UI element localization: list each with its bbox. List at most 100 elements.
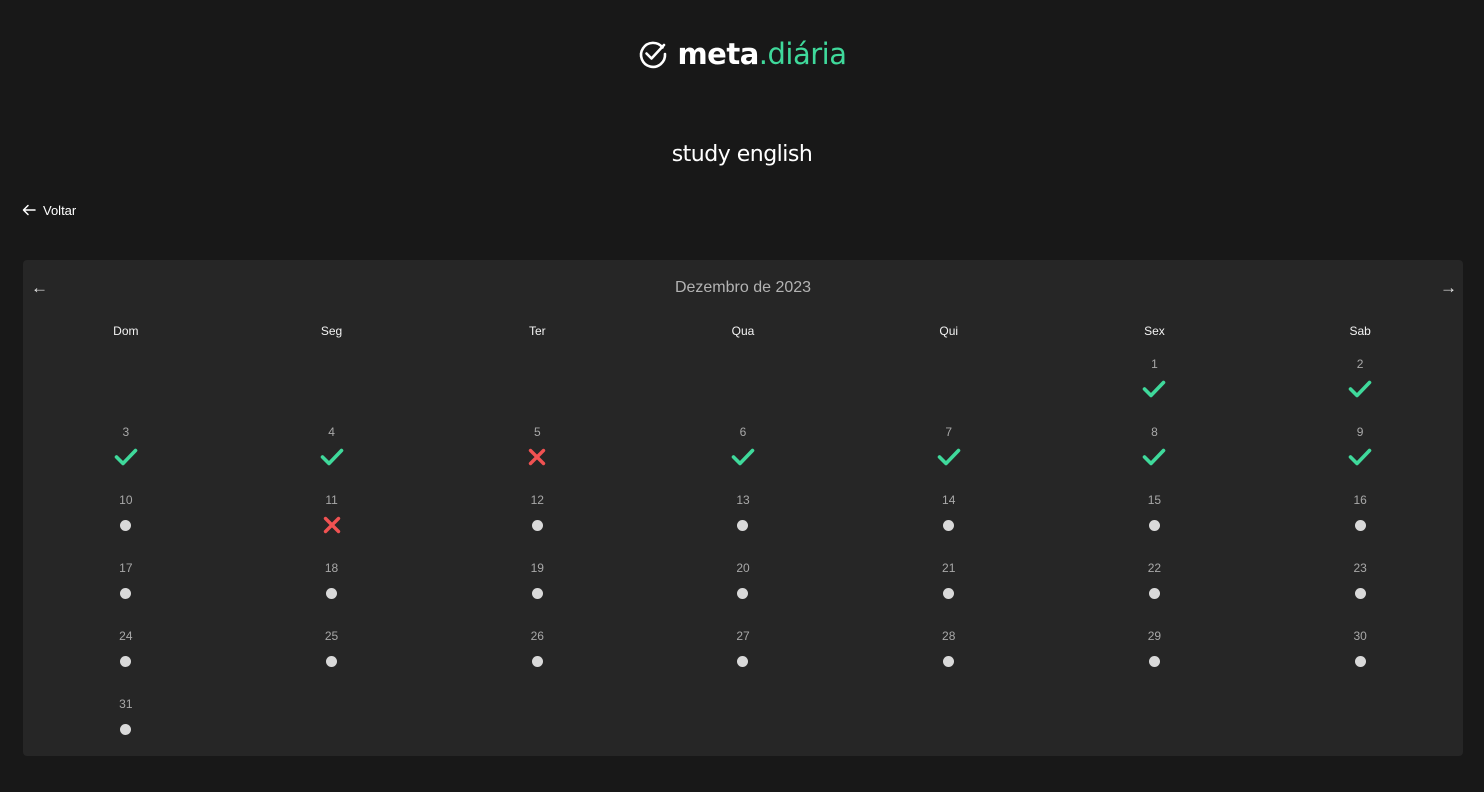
pending-dot: [737, 519, 749, 531]
pending-dot-icon: [525, 650, 549, 672]
day-number: 3: [122, 425, 130, 439]
pending-dot: [531, 587, 543, 599]
calendar-day[interactable]: 26: [434, 628, 640, 696]
day-number: 24: [119, 629, 133, 643]
day-number: 31: [119, 697, 133, 711]
day-number: 18: [324, 561, 339, 575]
day-number: 1: [1151, 357, 1158, 371]
day-number: 25: [324, 629, 339, 643]
close-icon: [320, 514, 344, 536]
pending-dot-icon: [937, 650, 961, 672]
day-number: 21: [942, 561, 956, 575]
pending-dot: [326, 587, 338, 599]
next-month-button[interactable]: →: [1440, 278, 1457, 298]
pending-dot: [943, 655, 955, 667]
check-icon: [114, 446, 138, 468]
pending-dot: [1354, 587, 1366, 599]
calendar-day[interactable]: 12: [434, 492, 640, 560]
check-icon: [1142, 378, 1166, 400]
pending-dot-icon: [1142, 582, 1166, 604]
calendar-day[interactable]: 5: [434, 424, 640, 492]
calendar-day[interactable]: 21: [846, 560, 1052, 628]
day-number: 5: [533, 425, 541, 439]
calendar-day[interactable]: 30: [1257, 628, 1463, 696]
app-logo: meta.diária: [0, 38, 1484, 70]
arrow-right-icon: →: [1440, 278, 1457, 297]
close-icon: [525, 446, 549, 468]
calendar-day[interactable]: 2: [1257, 356, 1463, 424]
day-number: 11: [325, 493, 338, 507]
pending-dot-icon: [731, 514, 755, 536]
check-icon: [1142, 446, 1166, 468]
pending-dot-icon: [1348, 582, 1372, 604]
empty-day-cell: [434, 356, 640, 424]
day-number: 20: [736, 561, 750, 575]
day-number: 12: [530, 493, 544, 507]
pending-dot: [120, 587, 132, 599]
calendar-day[interactable]: 24: [23, 628, 229, 696]
calendar-day[interactable]: 23: [1257, 560, 1463, 628]
calendar-day[interactable]: 16: [1257, 492, 1463, 560]
calendar-day[interactable]: 7: [846, 424, 1052, 492]
calendar-day[interactable]: 4: [229, 424, 435, 492]
weekday-label: Qui: [939, 324, 959, 338]
calendar-day[interactable]: 25: [229, 628, 435, 696]
day-number: 6: [739, 425, 747, 439]
weekday-label: Ter: [528, 324, 546, 338]
pending-dot: [326, 655, 338, 667]
calendar-day[interactable]: 15: [1052, 492, 1258, 560]
pending-dot-icon: [320, 582, 344, 604]
pending-dot: [531, 655, 543, 667]
day-number: 7: [945, 425, 953, 439]
calendar-day[interactable]: 14: [846, 492, 1052, 560]
calendar-day[interactable]: 19: [434, 560, 640, 628]
calendar-day[interactable]: 17: [23, 560, 229, 628]
calendar-day[interactable]: 29: [1052, 628, 1258, 696]
calendar-day[interactable]: 22: [1052, 560, 1258, 628]
check-icon: [320, 446, 344, 468]
month-title: Dezembro de 2023: [674, 279, 812, 296]
pending-dot-icon: [525, 582, 549, 604]
day-number: 16: [1353, 493, 1367, 507]
calendar-day[interactable]: 20: [640, 560, 846, 628]
calendar-day[interactable]: 3: [23, 424, 229, 492]
day-number: 15: [1147, 493, 1162, 507]
day-number: 27: [736, 629, 750, 643]
pending-dot: [943, 519, 955, 531]
pending-dot-icon: [731, 650, 755, 672]
pending-dot: [1354, 519, 1366, 531]
back-button[interactable]: Voltar: [22, 203, 76, 218]
calendar-day[interactable]: 11: [229, 492, 435, 560]
calendar-day[interactable]: 31: [23, 696, 229, 764]
arrow-left-icon: [22, 204, 36, 218]
logo-text: meta.diária: [677, 39, 847, 69]
day-number: 2: [1356, 357, 1364, 371]
day-number: 19: [530, 561, 544, 575]
weekday-label: Dom: [113, 324, 139, 338]
calendar-day[interactable]: 8: [1052, 424, 1258, 492]
day-number: 23: [1353, 561, 1367, 575]
pending-dot-icon: [1348, 514, 1372, 536]
pending-dot-icon: [1142, 514, 1166, 536]
pending-dot-icon: [525, 514, 549, 536]
calendar-day[interactable]: 27: [640, 628, 846, 696]
pending-dot-icon: [114, 582, 138, 604]
pending-dot-icon: [320, 650, 344, 672]
calendar-day[interactable]: 28: [846, 628, 1052, 696]
pending-dot-icon: [1348, 650, 1372, 672]
empty-day-cell: [23, 356, 229, 424]
calendar-day[interactable]: 6: [640, 424, 846, 492]
calendar-day[interactable]: 10: [23, 492, 229, 560]
pending-dot: [120, 723, 132, 735]
calendar-day[interactable]: 18: [229, 560, 435, 628]
check-icon: [731, 446, 755, 468]
empty-day-cell: [846, 356, 1052, 424]
calendar-days-grid: 1 2 3 4 5 6 7 8 9 10 11 12 13 14 15 16 17 18 19 20 21 22 23 24 2…: [23, 356, 1463, 764]
weekday-label: Qua: [731, 324, 755, 338]
calendar-day[interactable]: 1: [1052, 356, 1258, 424]
calendar-day[interactable]: 9: [1257, 424, 1463, 492]
calendar-day[interactable]: 13: [640, 492, 846, 560]
calendar: ← Dezembro de 2023 → Dom Seg Ter Qua Qui Sex S…: [23, 260, 1463, 756]
pending-dot: [120, 519, 132, 531]
check-icon: [1348, 378, 1372, 400]
